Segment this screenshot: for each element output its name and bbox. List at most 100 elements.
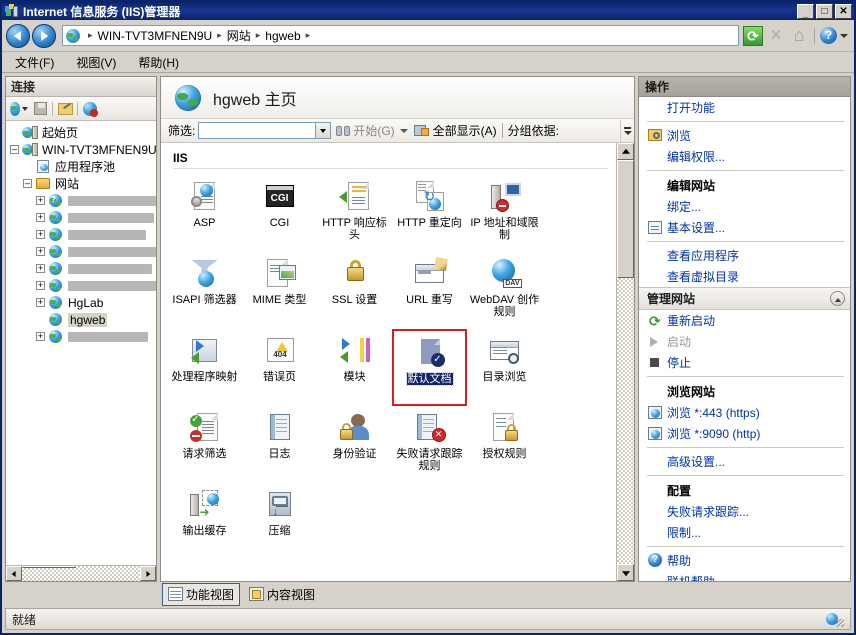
tree-expand-toggle[interactable]: + [36,196,45,205]
feature-item[interactable]: ASP [167,175,242,252]
tree-expand-toggle[interactable]: + [36,332,45,341]
breadcrumb-item-site[interactable]: hgweb [265,29,300,43]
feature-item[interactable]: 默认文档 [392,329,467,406]
chevron-up-icon[interactable] [830,291,845,306]
feature-item[interactable]: ➜ 输出缓存 [167,483,242,560]
disconnect-icon[interactable] [81,100,99,118]
show-all-button[interactable]: 全部显示(A) [413,122,497,139]
action-item[interactable]: 限制... [639,522,850,543]
tree-expand-toggle[interactable]: + [36,298,45,307]
breadcrumb-item-server[interactable]: WIN-TVT3MFNEN9U [98,29,213,43]
feature-item[interactable]: IP 地址和域限制 [467,175,542,252]
scroll-track[interactable] [617,160,634,564]
filter-dropdown-button[interactable] [316,122,332,139]
features-grid[interactable]: ASP CGI CGI HTTP 响应标头 ↻ HTTP 重定向 IP 地址和域限制 ISAP… [161,175,616,560]
tree-item[interactable]: +? [6,192,156,209]
refresh-icon[interactable] [743,25,763,46]
tree-item[interactable]: – 网站 [6,175,156,192]
scroll-thumb[interactable] [22,566,76,568]
menu-view[interactable]: 视图(V) [73,53,119,72]
feature-item[interactable]: ↓ 压缩 [242,483,317,560]
feature-item[interactable]: 目录浏览 [467,329,542,406]
tab-features-view[interactable]: 功能视图 [162,582,241,606]
filter-go-button[interactable]: 开始(G) [336,122,395,139]
feature-item[interactable]: DAV WebDAV 创作规则 [467,252,542,329]
tree-item[interactable]: 起始页 [6,124,156,141]
feature-item[interactable]: CGI CGI [242,175,317,252]
feature-item[interactable]: 模块 [317,329,392,406]
forward-button[interactable] [32,23,56,48]
minimize-button[interactable]: _ [797,3,814,19]
tree-expand-toggle[interactable]: + [36,247,45,256]
help-icon[interactable] [820,27,837,44]
feature-item[interactable]: 授权规则 [467,406,542,483]
tree-item[interactable]: – WIN-TVT3MFNEN9U (W [6,141,156,158]
scroll-track[interactable] [22,566,140,581]
chevron-down-icon[interactable] [840,33,848,38]
tree-expand-toggle[interactable]: + [36,281,45,290]
tree-expand-toggle[interactable]: + [36,264,45,273]
action-item[interactable]: 查看应用程序 [639,245,850,266]
action-item[interactable]: 帮助 [639,550,850,571]
scroll-thumb[interactable] [617,160,634,278]
save-icon[interactable] [31,100,49,118]
features-vertical-scrollbar[interactable] [616,143,634,581]
feature-item[interactable]: 处理程序映射 [167,329,242,406]
filter-text-field[interactable] [199,122,316,139]
action-item[interactable]: 浏览 [639,125,850,146]
feature-item[interactable]: MIME 类型 [242,252,317,329]
menu-file[interactable]: 文件(F) [12,53,57,72]
feature-item[interactable]: 日志 [242,406,317,483]
action-item[interactable]: 高级设置... [639,451,850,472]
connect-globe-icon[interactable] [10,100,28,118]
tree-item[interactable]: + [6,277,156,294]
tree-item[interactable]: hgweb [6,311,156,328]
maximize-button[interactable]: □ [816,3,833,19]
connections-tree[interactable]: 起始页–WIN-TVT3MFNEN9U (W应用程序池–网站+?++++++Hg… [6,121,156,565]
tree-item[interactable]: + [6,243,156,260]
feature-item[interactable]: SSL 设置 [317,252,392,329]
filter-input[interactable] [198,122,317,139]
tree-collapse-toggle[interactable]: – [23,179,32,188]
tree-item[interactable]: + [6,209,156,226]
breadcrumb-item-sites[interactable]: 网站 [227,27,251,44]
tree-item[interactable]: + [6,328,156,345]
tree-item[interactable]: + [6,260,156,277]
menu-help[interactable]: 帮助(H) [135,53,182,72]
breadcrumb[interactable]: ▸ WIN-TVT3MFNEN9U ▸ 网站 ▸ hgweb ▸ [62,25,739,46]
tree-item[interactable]: + HgLab [6,294,156,311]
feature-item[interactable]: 身份验证 [317,406,392,483]
tree-expand-toggle[interactable]: + [36,213,45,222]
tab-content-view[interactable]: 内容视图 [244,584,320,605]
action-item[interactable]: 失败请求跟踪... [639,501,850,522]
filter-go-chevron-icon[interactable] [399,128,408,133]
tree-horizontal-scrollbar[interactable] [6,565,156,581]
feature-item[interactable]: 失败请求跟踪规则 [392,406,467,483]
action-item[interactable]: 绑定... [639,196,850,217]
action-item[interactable]: 查看虚拟目录 [639,266,850,287]
feature-item[interactable]: 请求筛选 [167,406,242,483]
scroll-down-button[interactable] [617,564,634,581]
tree-collapse-toggle[interactable]: – [10,145,19,154]
back-button[interactable] [6,23,30,48]
scroll-right-button[interactable] [140,566,156,581]
scroll-left-button[interactable] [6,566,22,581]
action-item[interactable]: 浏览 *:443 (https) [639,402,850,423]
filter-expander-button[interactable] [620,119,634,142]
close-button[interactable]: ✕ [835,3,852,19]
action-item[interactable]: 浏览 *:9090 (http) [639,423,850,444]
feature-item[interactable]: 404 错误页 [242,329,317,406]
feature-item[interactable]: HTTP 响应标头 [317,175,392,252]
action-item[interactable]: 打开功能 [639,97,850,118]
feature-item[interactable]: ISAPI 筛选器 [167,252,242,329]
feature-item[interactable]: ↻ HTTP 重定向 [392,175,467,252]
action-item[interactable]: ⟳ 重新启动 [639,310,850,331]
action-item[interactable]: 停止 [639,352,850,373]
open-folder-icon[interactable] [56,100,74,118]
tree-item[interactable]: + [6,226,156,243]
scroll-up-button[interactable] [617,143,634,160]
action-item[interactable]: 联机帮助 [639,571,850,581]
action-item[interactable]: 编辑权限... [639,146,850,167]
tree-item[interactable]: 应用程序池 [6,158,156,175]
home-icon[interactable] [789,26,809,46]
